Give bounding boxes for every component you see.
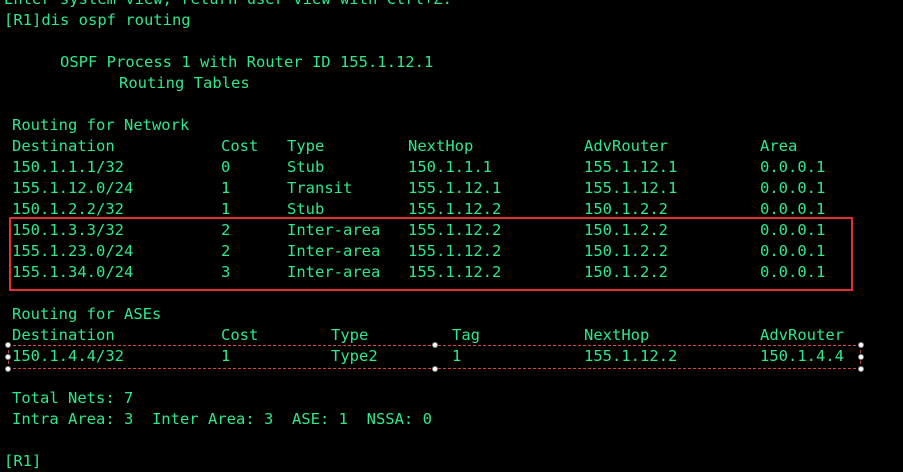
header-type: Type xyxy=(331,326,369,344)
header-type: Type xyxy=(287,137,325,155)
header-advrouter: AdvRouter xyxy=(760,326,844,344)
network-section-title: Routing for Network xyxy=(12,116,190,134)
row-advrouter: 155.1.12.1 xyxy=(584,179,678,197)
terminal-window[interactable]: Enter system view, return user view with… xyxy=(0,0,903,470)
resize-handle-top-left[interactable] xyxy=(5,342,11,348)
resize-handle-bottom-left[interactable] xyxy=(5,366,11,372)
resize-handle-bottom-middle[interactable] xyxy=(432,366,438,372)
row-cost: 1 xyxy=(221,179,231,197)
row-destination: 155.1.12.0/24 xyxy=(12,179,134,197)
header-cost: Cost xyxy=(221,326,259,344)
header-cost: Cost xyxy=(221,137,259,155)
header-advrouter: AdvRouter xyxy=(584,137,668,155)
header-area: Area xyxy=(760,137,798,155)
header-destination: Destination xyxy=(12,137,115,155)
process-line: OSPF Process 1 with Router ID 155.1.12.1 xyxy=(60,53,434,71)
header-destination: Destination xyxy=(12,326,115,344)
resize-handle-top-middle[interactable] xyxy=(432,342,438,348)
row-type: Stub xyxy=(287,158,325,176)
ase-section-title: Routing for ASEs xyxy=(12,305,162,323)
area-summary-line: Intra Area: 3 Inter Area: 3 ASE: 1 NSSA:… xyxy=(12,410,432,428)
row-area: 0.0.0.1 xyxy=(760,179,826,197)
header-nexthop: NextHop xyxy=(408,137,474,155)
total-nets-line: Total Nets: 7 xyxy=(12,389,134,407)
command-line: [R1]dis ospf routing xyxy=(4,11,191,29)
row-destination: 150.1.1.1/32 xyxy=(12,158,124,176)
header-nexthop: NextHop xyxy=(584,326,650,344)
ase-row-selection-box[interactable] xyxy=(5,342,864,372)
resize-handle-bottom-right[interactable] xyxy=(858,366,864,372)
tables-title: Routing Tables xyxy=(119,74,250,92)
header-tag: Tag xyxy=(452,326,480,344)
inter-area-highlight-box xyxy=(9,217,853,291)
row-nexthop: 155.1.12.1 xyxy=(408,179,502,197)
top-cut-line: Enter system view, return user view with… xyxy=(4,0,452,10)
row-advrouter: 155.1.12.1 xyxy=(584,158,678,176)
row-area: 0.0.0.1 xyxy=(760,158,826,176)
prompt-line[interactable]: [R1] xyxy=(4,451,41,472)
row-nexthop: 150.1.1.1 xyxy=(408,158,492,176)
resize-handle-top-right[interactable] xyxy=(858,342,864,348)
row-cost: 0 xyxy=(221,158,231,176)
resize-handle-middle-left[interactable] xyxy=(5,354,11,360)
resize-handle-middle-right[interactable] xyxy=(858,354,864,360)
row-type: Transit xyxy=(287,179,353,197)
